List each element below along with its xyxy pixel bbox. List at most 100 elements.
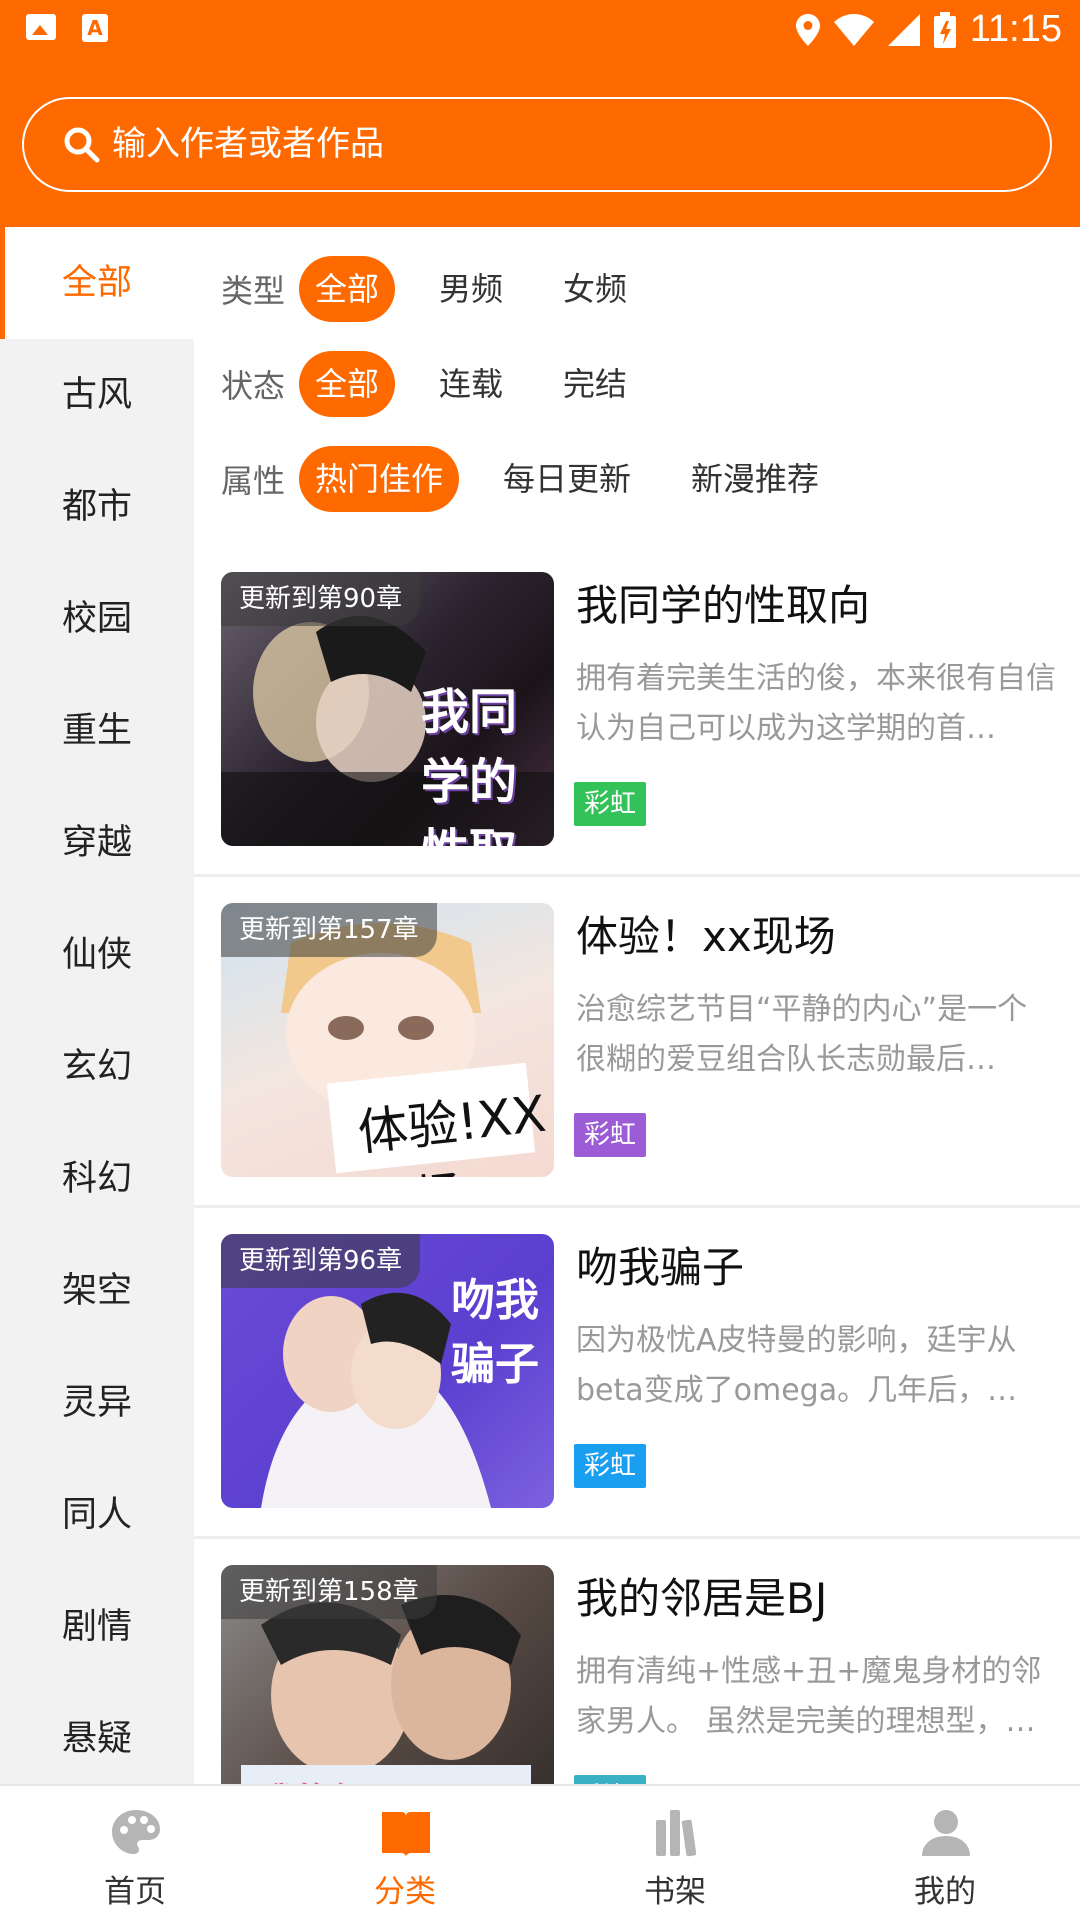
comic-description: 因为极忧A皮特曼的影响，廷宇从beta变成了omega。几年后，… (576, 1323, 1018, 1408)
sidebar-item-label: 同人 (62, 1495, 133, 1535)
genre-tag: 彩虹 (574, 782, 647, 826)
filter-label: 属性 (221, 462, 286, 500)
sidebar-item-fan-fiction[interactable]: 同人 (0, 1459, 194, 1571)
filter-chip-daily[interactable]: 每日更新 (487, 446, 647, 512)
filter-chip-type-male[interactable]: 男频 (423, 256, 519, 322)
app-notification-icon: A (82, 14, 108, 42)
sidebar-item-mystery[interactable]: 悬疑 (0, 1683, 194, 1784)
comic-cover[interactable]: 我的邻居是BJ 更新到第158章 (221, 1565, 554, 1784)
filter-chip-hot[interactable]: 热门佳作 (299, 446, 460, 512)
sidebar-item-label: 架空 (62, 1271, 133, 1311)
comic-card[interactable]: 我同学的性取向 更新到第90章 我同学的性取向 拥有着完美生活的俊，本来很有自信… (194, 572, 1080, 902)
nav-home[interactable]: 首页 (0, 1786, 270, 1920)
category-sidebar: 全部 古风 都市 校园 重生 穿越 仙侠 玄幻 科幻 架空 灵异 同人 剧情 悬… (0, 227, 194, 1784)
active-indicator (0, 227, 5, 339)
filter-row-type: 类型 全部 男频 女频 (221, 256, 671, 322)
comic-cover[interactable]: 体验!XX现场 更新到第157章 (221, 903, 554, 1177)
nav-category[interactable]: 分类 (270, 1786, 540, 1920)
sidebar-item-time-travel[interactable]: 穿越 (0, 787, 194, 899)
cover-title: 吻我骗子 (451, 1275, 539, 1390)
sidebar-item-alternate-world[interactable]: 架空 (0, 1235, 194, 1347)
comic-description: 拥有清纯+性感+丑+魔鬼身材的邻家男人。 虽然是完美的理想型，… (576, 1654, 1042, 1739)
comic-cover[interactable]: 我同学的性取向 更新到第90章 (221, 572, 554, 846)
genre-tag: 彩虹 (574, 1444, 647, 1488)
sidebar-item-label: 科幻 (62, 1159, 133, 1199)
nav-bookshelf[interactable]: 书架 (540, 1786, 810, 1920)
header: A 11:15 (0, 0, 1080, 227)
sidebar-item-campus[interactable]: 校园 (0, 563, 194, 675)
status-bar: A 11:15 (0, 0, 1080, 60)
sidebar-item-label: 玄幻 (62, 1047, 133, 1087)
filter-chip-new[interactable]: 新漫推荐 (675, 446, 835, 512)
comic-description: 治愈综艺节目“平静的内心”是一个很糊的爱豆组合队长志勋最后… (576, 992, 1028, 1077)
bookshelf-icon (656, 1810, 697, 1857)
divider (194, 874, 1080, 877)
search-input[interactable] (112, 99, 1012, 190)
filter-label: 类型 (221, 272, 286, 310)
palette-icon (112, 1810, 160, 1854)
chapter-badge: 更新到第90章 (221, 572, 421, 626)
sidebar-item-label: 灵异 (62, 1383, 133, 1423)
sidebar-item-label: 校园 (62, 599, 133, 639)
gallery-notification-icon (26, 14, 56, 40)
comic-description: 拥有着完美生活的俊，本来很有自信认为自己可以成为这学期的首… (576, 661, 1056, 746)
sidebar-item-fantasy[interactable]: 玄幻 (0, 1011, 194, 1123)
cell-signal-icon (887, 13, 920, 46)
chapter-badge: 更新到第96章 (221, 1234, 421, 1288)
cover-title: 我的邻居是BJ (261, 1773, 470, 1784)
sidebar-item-label: 都市 (62, 487, 133, 527)
nav-label: 书架 (644, 1874, 706, 1910)
sidebar-item-xianxia[interactable]: 仙侠 (0, 899, 194, 1011)
nav-label: 分类 (374, 1874, 436, 1910)
sidebar-item-supernatural[interactable]: 灵异 (0, 1347, 194, 1459)
nav-profile[interactable]: 我的 (810, 1786, 1080, 1920)
sidebar-item-label: 穿越 (62, 823, 133, 863)
location-icon (795, 13, 820, 46)
filter-chip-status-all[interactable]: 全部 (299, 351, 396, 417)
filter-chip-type-all[interactable]: 全部 (299, 256, 396, 322)
sidebar-item-drama[interactable]: 剧情 (0, 1571, 194, 1683)
comic-card[interactable]: 体验!XX现场 更新到第157章 体验！xx现场 治愈综艺节目“平静的内心”是一… (194, 903, 1080, 1233)
filter-row-status: 状态 全部 连载 完结 (221, 351, 671, 417)
nav-label: 我的 (914, 1874, 976, 1910)
bottom-nav: 首页 分类 书架 我的 (0, 1784, 1080, 1920)
genre-tag: 彩虹 (574, 1775, 647, 1784)
comic-card[interactable]: 吻我骗子 更新到第96章 吻我骗子 因为极忧A皮特曼的影响，廷宇从beta变成了… (194, 1234, 1080, 1564)
filter-chip-status-completed[interactable]: 完结 (547, 351, 643, 417)
filter-row-attribute: 属性 热门佳作 每日更新 新漫推荐 (221, 446, 863, 512)
cover-title: 我同学的性取向 (421, 684, 518, 846)
chapter-badge: 更新到第158章 (221, 1565, 437, 1619)
filter-chip-status-ongoing[interactable]: 连载 (423, 351, 519, 417)
sidebar-item-rebirth[interactable]: 重生 (0, 675, 194, 787)
divider (194, 1536, 1080, 1539)
sidebar-item-label: 全部 (62, 263, 133, 303)
sidebar-item-label: 重生 (62, 711, 133, 751)
filter-label: 状态 (221, 367, 286, 405)
comic-title: 体验！xx现场 (576, 912, 836, 961)
sidebar-item-label: 仙侠 (62, 935, 133, 975)
sidebar-item-label: 古风 (62, 375, 133, 415)
comic-cover[interactable]: 吻我骗子 更新到第96章 (221, 1234, 554, 1508)
sidebar-item-label: 剧情 (62, 1607, 133, 1647)
nav-label: 首页 (104, 1874, 166, 1910)
person-icon (922, 1810, 970, 1856)
search-bar[interactable] (22, 97, 1052, 192)
comic-title: 我同学的性取向 (576, 581, 871, 630)
filter-chip-type-female[interactable]: 女频 (547, 256, 643, 322)
divider (194, 1205, 1080, 1208)
sidebar-item-all[interactable]: 全部 (0, 227, 194, 339)
clock: 11:15 (969, 8, 1062, 50)
genre-tag: 彩虹 (574, 1113, 647, 1157)
comic-title: 我的邻居是BJ (576, 1574, 828, 1623)
battery-icon (933, 11, 956, 48)
sidebar-item-label: 悬疑 (62, 1719, 133, 1759)
sidebar-item-urban[interactable]: 都市 (0, 451, 194, 563)
wifi-icon (833, 13, 874, 46)
search-icon (64, 127, 100, 163)
chapter-badge: 更新到第157章 (221, 903, 437, 957)
comic-card[interactable]: 我的邻居是BJ 更新到第158章 我的邻居是BJ 拥有清纯+性感+丑+魔鬼身材的… (194, 1565, 1080, 1784)
open-book-icon (382, 1812, 430, 1856)
sidebar-item-scifi[interactable]: 科幻 (0, 1123, 194, 1235)
comic-title: 吻我骗子 (576, 1243, 745, 1292)
sidebar-item-ancient[interactable]: 古风 (0, 339, 194, 451)
